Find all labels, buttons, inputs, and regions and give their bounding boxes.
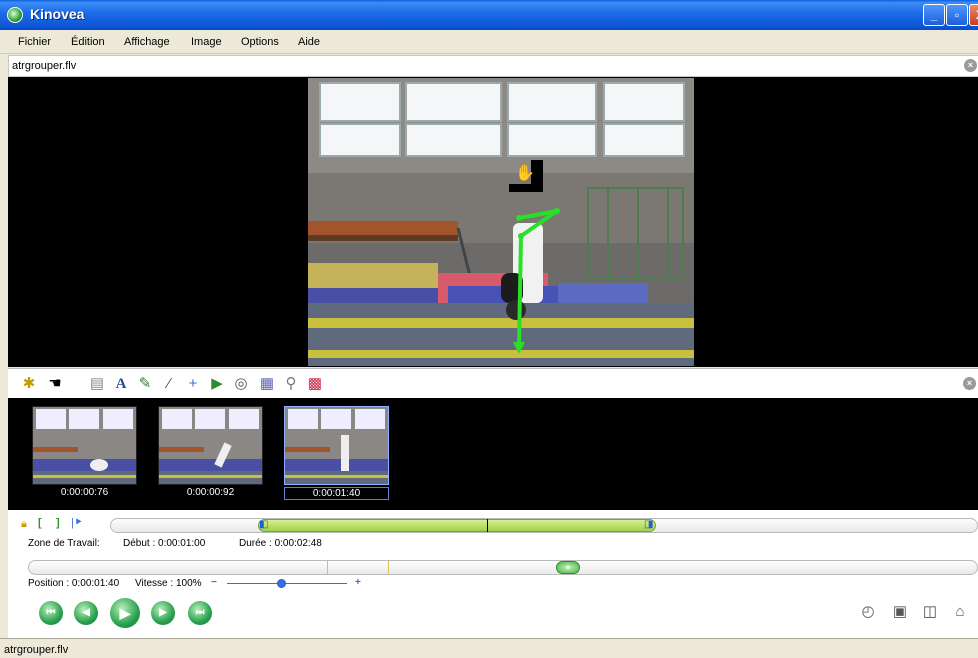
close-button[interactable]: X	[969, 4, 978, 26]
workzone-duration: Durée : 0:00:02:48	[239, 538, 322, 549]
svg-text:✋: ✋	[515, 163, 535, 182]
key-image-time: 0:00:00:92	[186, 487, 235, 498]
status-bar: atrgrouper.flv	[0, 638, 978, 658]
hand-icon[interactable]: ☚	[46, 375, 64, 393]
maximize-button[interactable]: ▫	[946, 4, 968, 26]
position-track[interactable]	[28, 560, 978, 575]
chrono-icon[interactable]: ◎	[232, 375, 250, 393]
kinovea-window: Kinovea _ ▫ X Fichier Édition Affichage …	[0, 0, 978, 658]
new-key-image-icon[interactable]: ✱	[20, 375, 38, 393]
lock-icon[interactable]: 🔒︎	[21, 518, 27, 531]
set-start-icon[interactable]: [	[38, 517, 42, 529]
menu-affichage[interactable]: Affichage	[124, 36, 170, 48]
export-video-icon[interactable]: ◫	[920, 602, 940, 622]
speed-readout: Vitesse : 100%	[135, 578, 202, 589]
goto-start-icon[interactable]: |⯈	[71, 517, 83, 530]
workzone-start-handle[interactable]: ◧	[259, 519, 268, 530]
last-frame-button[interactable]: ⏭	[188, 601, 212, 625]
workzone-end-tick	[388, 561, 389, 574]
minimize-button[interactable]: _	[923, 4, 945, 26]
close-toolbar-icon[interactable]: ×	[963, 377, 976, 390]
key-image-time: 0:00:01:40	[284, 487, 389, 500]
line-icon[interactable]: ⁄	[160, 375, 178, 393]
key-image-thumbnail-selected[interactable]	[284, 406, 389, 485]
pencil-icon[interactable]: ✎	[136, 375, 154, 393]
drawing-toolbar: ✱ ☚ ▤ A ✎ ⁄ + ▶ ◎ ▦ ⚲ ▩ ×	[8, 368, 978, 398]
cross-marker-icon[interactable]: +	[184, 375, 202, 393]
speed-slider-knob[interactable]	[277, 579, 286, 588]
playback-controls: 🔒︎ [ ] |⯈ ◧ ◨ Zone de Travail: Début : 0…	[8, 510, 978, 638]
video-frame[interactable]: ✋	[308, 78, 694, 366]
position-readout: Position : 0:00:01:40	[28, 578, 120, 589]
set-end-icon[interactable]: ]	[56, 517, 60, 529]
magnifier-icon[interactable]: ⚲	[282, 375, 300, 393]
text-icon[interactable]: A	[112, 375, 130, 393]
status-text: atrgrouper.flv	[4, 644, 69, 656]
workzone-end-handle[interactable]: ◨	[644, 519, 653, 530]
workzone-start: Début : 0:00:01:00	[123, 538, 206, 549]
comment-icon[interactable]: ▤	[88, 375, 106, 393]
video-frame-image: ✋	[308, 78, 694, 366]
file-header: atrgrouper.flv ×	[8, 55, 978, 77]
timer-icon[interactable]: ◴	[858, 602, 878, 622]
menu-options[interactable]: Options	[241, 36, 279, 48]
speed-decrease-icon[interactable]: −	[211, 577, 217, 588]
next-frame-button[interactable]: ▶	[151, 601, 175, 625]
thumbnail-image	[159, 407, 262, 484]
workzone-current-marker	[487, 519, 488, 532]
play-button[interactable]: ▶	[110, 598, 140, 628]
close-file-icon[interactable]: ×	[964, 59, 977, 72]
window-title: Kinovea	[30, 6, 85, 22]
title-bar: Kinovea _ ▫ X	[0, 0, 978, 30]
workzone-range[interactable]	[258, 519, 656, 532]
key-image-time: 0:00:00:76	[60, 487, 109, 498]
file-name: atrgrouper.flv	[12, 60, 77, 72]
position-cursor[interactable]: +	[556, 561, 580, 574]
save-icon[interactable]: ⌂	[950, 602, 970, 622]
perspective-grid-icon[interactable]: ▦	[258, 375, 276, 393]
thumbnail-image	[285, 407, 388, 484]
angle-icon[interactable]: ▶	[208, 375, 226, 393]
menu-image[interactable]: Image	[191, 36, 222, 48]
menu-fichier[interactable]: Fichier	[18, 36, 51, 48]
thumbnail-image	[33, 407, 136, 484]
color-profile-icon[interactable]: ▩	[306, 375, 324, 393]
workzone-label: Zone de Travail:	[28, 538, 100, 549]
previous-frame-button[interactable]: ◀	[74, 601, 98, 625]
menu-bar: Fichier Édition Affichage Image Options …	[0, 30, 978, 54]
video-area[interactable]: ✋	[8, 77, 978, 367]
speed-slider-track[interactable]	[227, 583, 347, 584]
key-images-strip: 0:00:00:76 0:00:00:92 0:00:01:40	[8, 398, 978, 510]
speed-increase-icon[interactable]: +	[355, 577, 361, 588]
key-image-thumbnail[interactable]	[158, 406, 263, 485]
menu-aide[interactable]: Aide	[298, 36, 320, 48]
menu-edition[interactable]: Édition	[71, 36, 105, 48]
snapshot-icon[interactable]: ▣	[890, 602, 910, 622]
first-frame-button[interactable]: ⏮	[39, 601, 63, 625]
workzone-start-tick	[327, 561, 328, 574]
kinovea-app-icon	[7, 7, 23, 23]
key-image-thumbnail[interactable]	[32, 406, 137, 485]
